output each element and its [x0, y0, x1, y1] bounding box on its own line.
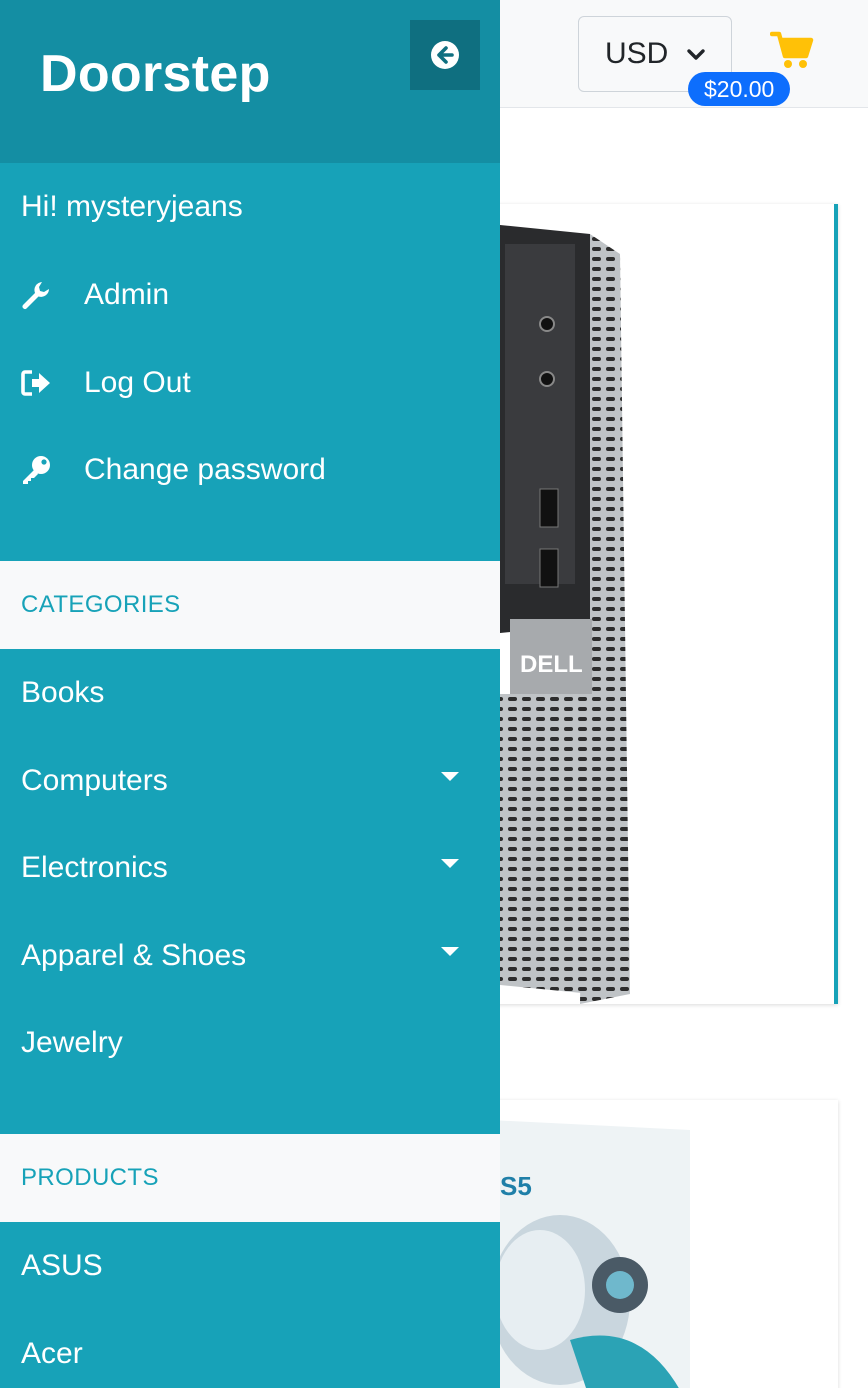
product-card[interactable]: DELL: [450, 204, 838, 1004]
category-item-label: Electronics: [21, 851, 168, 884]
category-item-electronics[interactable]: Electronics: [0, 838, 500, 898]
sidebar-item-change-password[interactable]: Change password: [0, 440, 500, 500]
sidebar-item-label: Admin: [84, 278, 170, 311]
svg-text:S5: S5: [500, 1171, 532, 1201]
currency-select-value: USD: [605, 37, 669, 70]
sidebar: Doorstep Hi! mysteryjeans Admin Log Out: [0, 0, 500, 1388]
sidebar-item-admin[interactable]: Admin: [0, 265, 500, 325]
sign-out-icon: [20, 367, 52, 399]
category-item-apparel-shoes[interactable]: Apparel & Shoes: [0, 926, 500, 986]
wrench-icon: [20, 279, 52, 311]
product-item-acer[interactable]: Acer: [0, 1324, 500, 1384]
products-heading: PRODUCTS: [0, 1134, 500, 1222]
key-icon: [20, 454, 52, 486]
caret-down-icon: [441, 859, 459, 868]
product-item-label: Acer: [21, 1337, 83, 1370]
category-item-label: Jewelry: [21, 1026, 123, 1059]
sidebar-item-label: Change password: [84, 453, 326, 486]
category-item-label: Computers: [21, 764, 168, 797]
chevron-down-icon: [687, 49, 705, 60]
brand-logo[interactable]: Doorstep: [40, 44, 271, 104]
product-image-desktop-tower: DELL: [490, 224, 630, 1004]
sidebar-header: Doorstep: [0, 0, 500, 163]
category-item-label: Books: [21, 676, 105, 709]
user-greeting: Hi! mysteryjeans: [21, 190, 243, 223]
caret-down-icon: [441, 772, 459, 781]
category-item-label: Apparel & Shoes: [21, 939, 247, 972]
cart-icon[interactable]: [770, 30, 814, 70]
cart-total-badge[interactable]: $20.00: [688, 72, 791, 106]
category-item-books[interactable]: Books: [0, 663, 500, 723]
product-card[interactable]: S5: [450, 1100, 838, 1388]
collapse-sidebar-button[interactable]: [410, 20, 480, 90]
arrow-circle-left-icon: [431, 41, 459, 69]
sidebar-item-log-out[interactable]: Log Out: [0, 353, 500, 413]
caret-down-icon: [441, 947, 459, 956]
category-item-jewelry[interactable]: Jewelry: [0, 1013, 500, 1073]
svg-text:DELL: DELL: [520, 651, 583, 678]
categories-heading: CATEGORIES: [0, 561, 500, 649]
product-item-asus[interactable]: ASUS: [0, 1236, 500, 1296]
category-item-computers[interactable]: Computers: [0, 751, 500, 811]
product-item-label: ASUS: [21, 1249, 103, 1282]
product-image-software-box: S5: [490, 1120, 690, 1388]
sidebar-item-label: Log Out: [84, 366, 191, 399]
